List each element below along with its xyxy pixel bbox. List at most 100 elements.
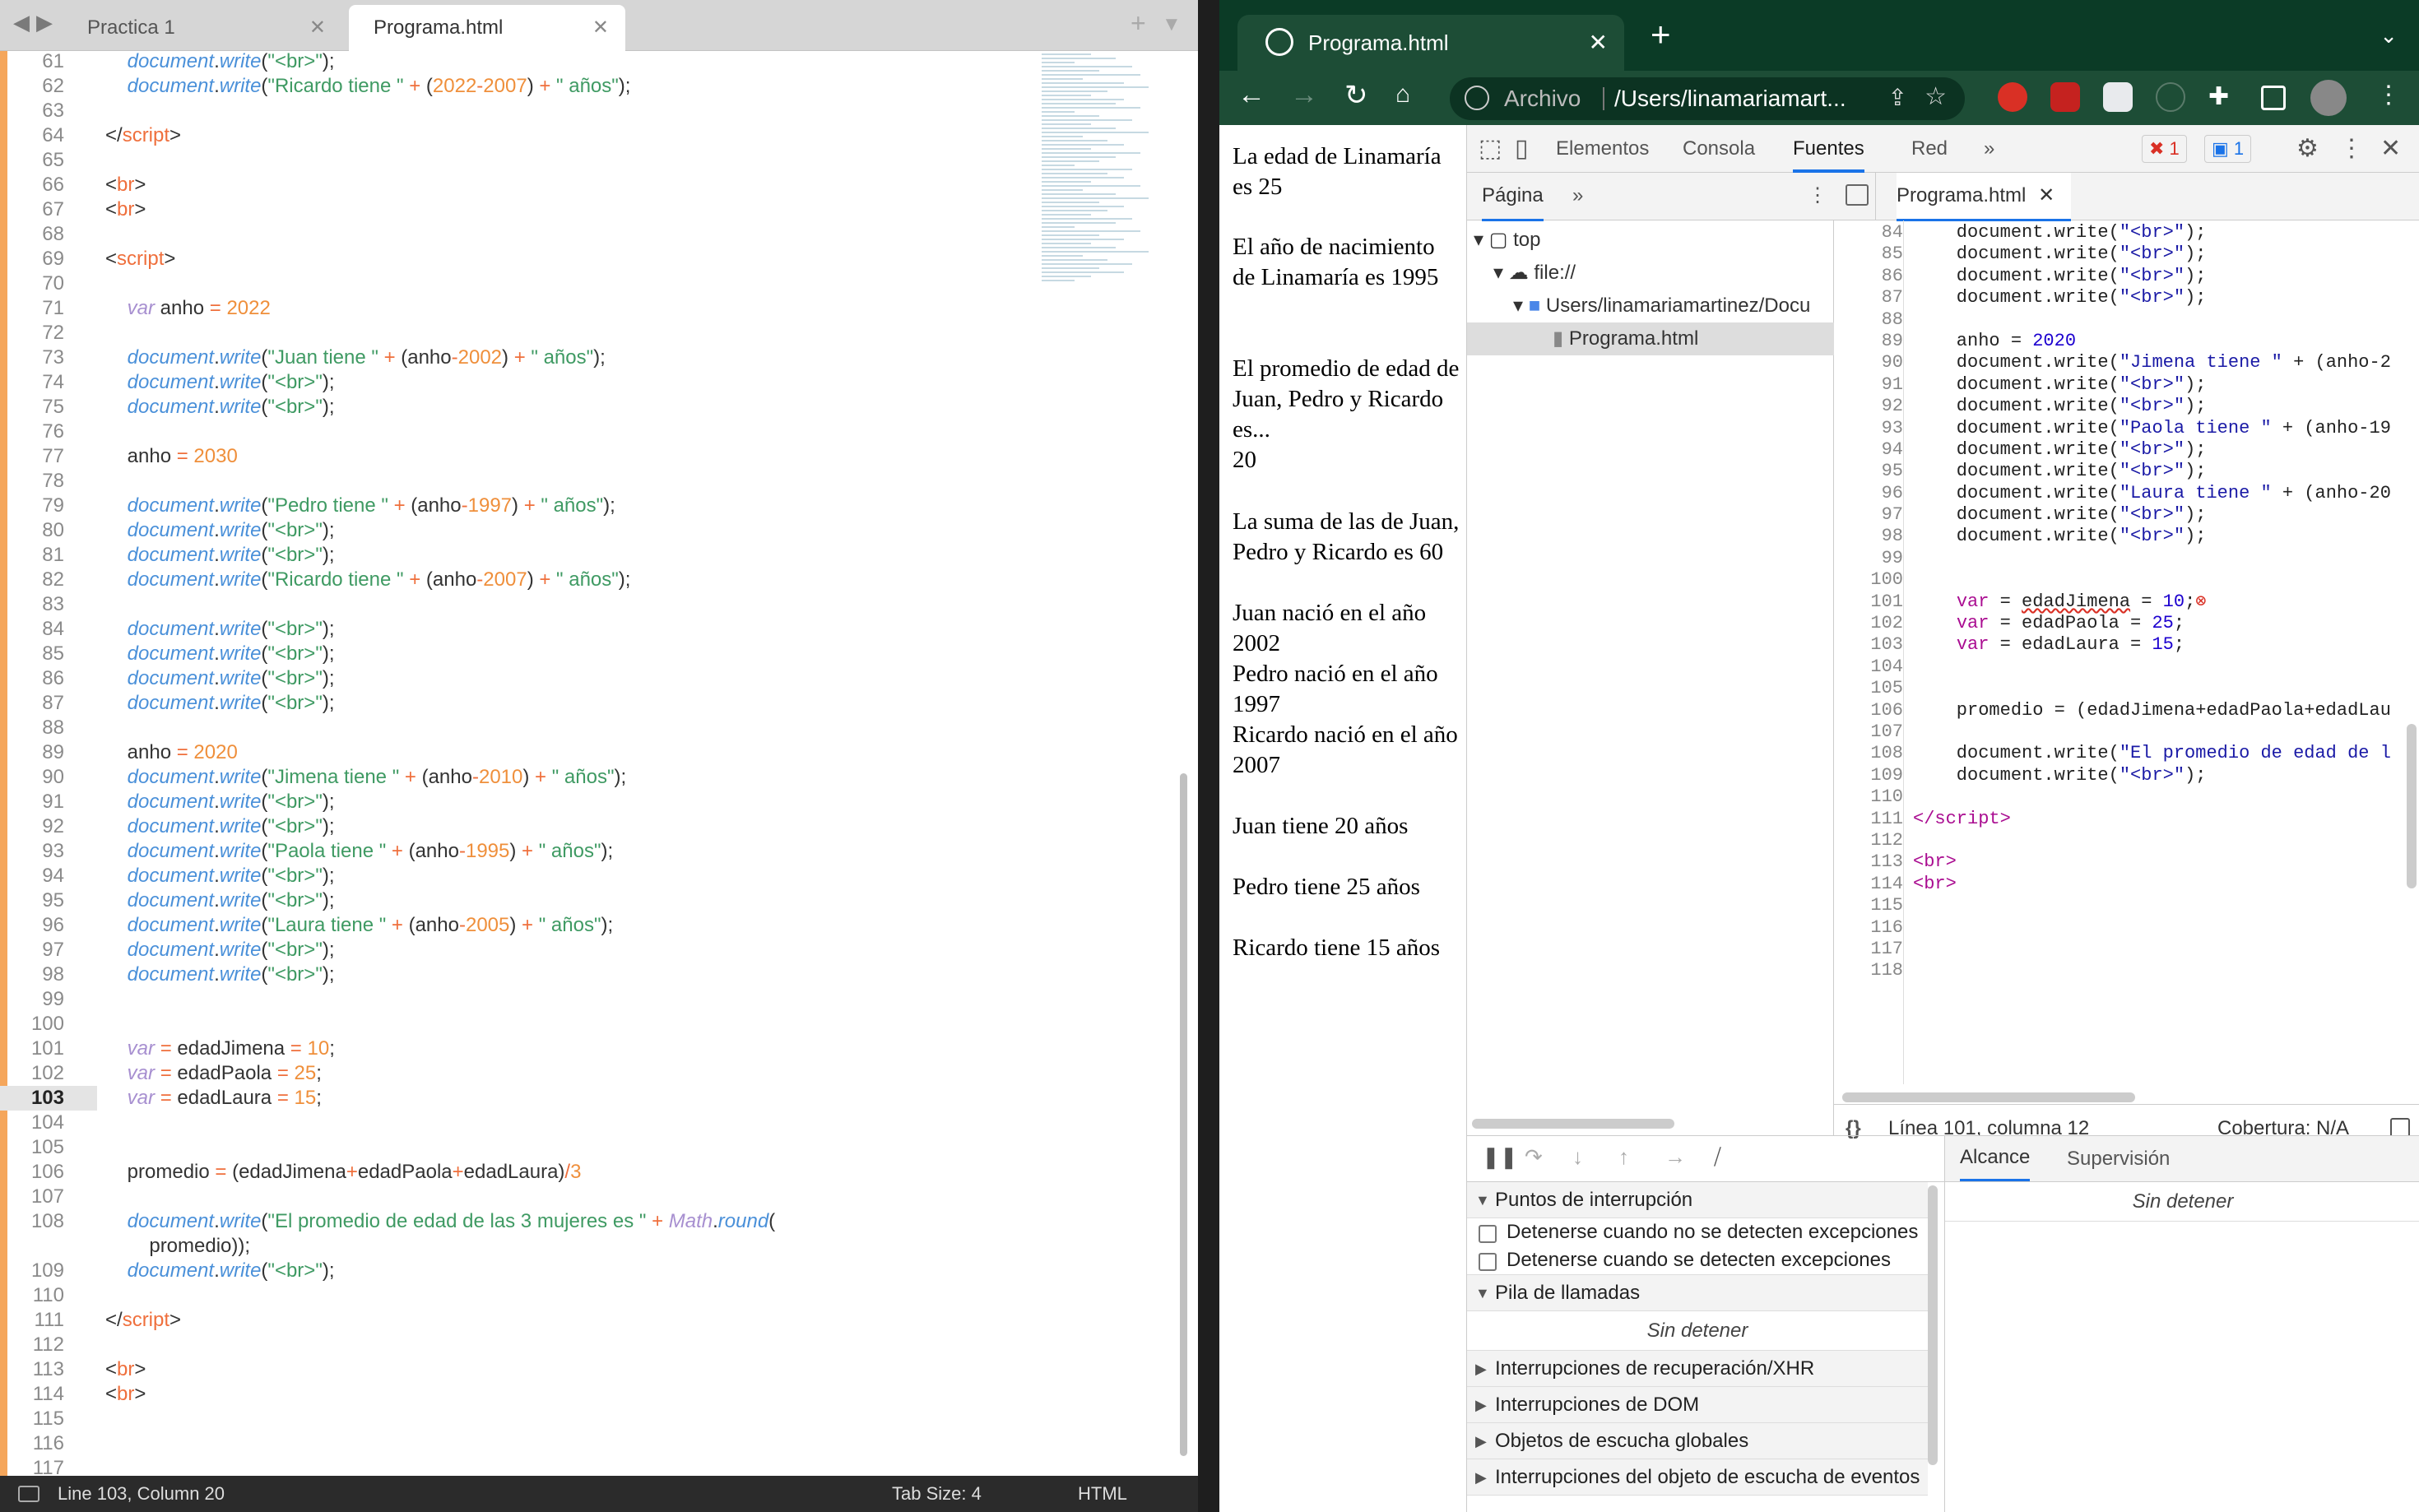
home-icon[interactable]: ⌂ <box>1395 81 1410 109</box>
code-area[interactable]: 61 document.write("<br>"); 62 document.w… <box>0 49 1037 1481</box>
source-tab-bar: Programa.html ✕ <box>1834 173 2419 221</box>
scheme-label: Archivo <box>1504 86 1581 111</box>
extension-card-icon[interactable] <box>2103 82 2133 112</box>
inspect-element-icon[interactable]: ⬚ <box>1479 125 1502 173</box>
checkbox[interactable] <box>1479 1253 1497 1271</box>
bookmark-star-icon[interactable]: ☆ <box>1925 82 1947 111</box>
section-global-listeners[interactable]: ▶ Objetos de escucha globales <box>1467 1423 1928 1459</box>
more-tabs-chevron-icon[interactable]: » <box>1984 125 1994 173</box>
step-into-icon[interactable]: ↓ <box>1572 1144 1583 1170</box>
minimap[interactable] <box>1042 51 1165 446</box>
code-line: 66 <br> <box>42 174 146 196</box>
puzzle-extensions-icon[interactable]: ✚ <box>2208 82 2229 111</box>
deactivate-breakpoints-icon[interactable]: ⧸ <box>1714 1144 1721 1171</box>
section-breakpoints[interactable]: ▼ Puntos de interrupción <box>1467 1182 1928 1218</box>
tab-dropdown-icon[interactable]: ▼ <box>1162 13 1182 36</box>
tab-console[interactable]: Consola <box>1683 125 1755 173</box>
tab-network[interactable]: Red <box>1911 125 1948 173</box>
navigator-menu-icon[interactable]: ⋮ <box>1808 173 1827 219</box>
step-icon[interactable]: → <box>1665 1144 1686 1170</box>
section-xhr-breakpoints[interactable]: ▶ Interrupciones de recuperación/XHR <box>1467 1351 1928 1387</box>
expand-arrow-icon: ▾ <box>1493 262 1504 284</box>
pause-uncaught-option[interactable]: Detenerse cuando no se detecten excepcio… <box>1467 1218 1928 1246</box>
pause-icon[interactable]: ❚❚ <box>1482 1144 1518 1170</box>
device-toolbar-icon[interactable]: ▯ <box>1515 125 1529 173</box>
code-line: 69 <script> <box>42 248 176 270</box>
forward-arrow-icon[interactable]: → <box>1290 79 1318 111</box>
kebab-menu-icon[interactable]: ⋮ <box>2376 81 2401 109</box>
error-count: 1 <box>2169 138 2180 159</box>
tab-forward-arrow-icon[interactable]: ▶ <box>36 10 53 35</box>
step-over-icon[interactable]: ↷ <box>1525 1144 1543 1170</box>
tab-page[interactable]: Página <box>1482 173 1544 221</box>
close-devtools-icon[interactable]: ✕ <box>2380 125 2401 173</box>
side-panel-icon[interactable] <box>2261 86 2286 110</box>
section-label: Puntos de interrupción <box>1495 1189 1693 1211</box>
new-tab-plus-icon[interactable]: + <box>1131 8 1146 39</box>
syntax-selector[interactable]: HTML <box>1078 1476 1127 1512</box>
pause-caught-option[interactable]: Detenerse cuando se detecten excepciones <box>1467 1246 1928 1275</box>
code-line: 91 document.write("<br>"); <box>42 791 335 813</box>
code-line: 97 document.write("<br>"); <box>42 939 335 961</box>
source-horizontal-scrollbar[interactable] <box>1842 1092 2135 1102</box>
section-callstack[interactable]: ▼ Pila de llamadas <box>1467 1275 1928 1311</box>
share-icon[interactable]: ⇪ <box>1888 84 1907 111</box>
code-line: 116 <box>32 1432 64 1454</box>
extension-hand-icon[interactable] <box>1998 82 2027 112</box>
messages-badge[interactable]: ▣ 1 <box>2204 135 2252 163</box>
source-vertical-scrollbar[interactable] <box>2407 724 2417 888</box>
tree-item-file[interactable]: ▾ ☁ file:// <box>1493 257 1576 290</box>
close-file-icon[interactable]: ✕ <box>2038 184 2055 206</box>
tab-back-arrow-icon[interactable]: ◀ <box>13 10 30 35</box>
checkbox[interactable] <box>1479 1225 1497 1243</box>
tab-scope[interactable]: Alcance <box>1960 1136 2031 1181</box>
toggle-navigator-icon[interactable] <box>1846 184 1869 206</box>
tree-item-top[interactable]: ▾ ▢ top <box>1474 224 1540 257</box>
tree-item-document[interactable]: ▮ Programa.html <box>1467 322 1834 355</box>
extension-leaf-icon[interactable] <box>2156 82 2185 112</box>
tab-programa-html[interactable]: Programa.html ✕ <box>349 5 625 51</box>
code-line: 82 document.write("Ricardo tiene " + (an… <box>42 568 631 591</box>
section-event-listener-breakpoints[interactable]: ▶ Interrupciones del objeto de escucha de… <box>1467 1459 1928 1496</box>
editor-scrollbar[interactable] <box>1180 773 1187 1456</box>
error-icon[interactable]: ⊗ <box>2195 591 2206 612</box>
new-tab-plus-icon[interactable]: + <box>1651 15 1671 54</box>
code-line: 87 document.write("<br>"); <box>42 692 335 714</box>
tree-item-folder[interactable]: ▾ ■ Users/linamariamartinez/Docu <box>1513 290 1832 322</box>
close-tab-icon[interactable]: ✕ <box>592 5 609 51</box>
back-arrow-icon[interactable]: ← <box>1237 79 1265 111</box>
tab-search-chevron-icon[interactable]: ⌄ <box>2380 23 2398 49</box>
url-text[interactable]: /Users/linamariamart... <box>1614 77 1846 120</box>
collapse-arrow-icon: ▶ <box>1475 1361 1487 1377</box>
tab-practica-1[interactable]: Practica 1 ✕ <box>63 5 342 51</box>
errors-badge[interactable]: ✖ 1 <box>2142 135 2187 163</box>
section-dom-breakpoints[interactable]: ▶ Interrupciones de DOM <box>1467 1387 1928 1423</box>
browser-tab-title: Programa.html <box>1308 30 1449 55</box>
debugger-scrollbar[interactable] <box>1928 1185 1938 1465</box>
tab-sources[interactable]: Fuentes <box>1793 125 1864 173</box>
code-line: 70 <box>42 272 64 295</box>
info-icon[interactable] <box>1465 86 1489 110</box>
panel-toggle-icon[interactable] <box>18 1486 39 1502</box>
close-tab-icon[interactable]: ✕ <box>1589 15 1608 71</box>
scope-pane: Alcance Supervisión Sin detener <box>1944 1136 2419 1512</box>
source-file-tab[interactable]: Programa.html ✕ <box>1897 173 2072 221</box>
profile-avatar[interactable] <box>2310 80 2347 116</box>
section-label: Interrupciones de recuperación/XHR <box>1495 1357 1815 1380</box>
navigator-scrollbar[interactable] <box>1472 1119 1674 1129</box>
step-out-icon[interactable]: ↑ <box>1618 1144 1629 1170</box>
close-tab-icon[interactable]: ✕ <box>309 5 326 51</box>
extension-red-icon[interactable] <box>2050 82 2080 112</box>
callstack-empty-message: Sin detener <box>1467 1311 1928 1351</box>
browser-tab[interactable]: Programa.html ✕ <box>1237 15 1624 71</box>
tab-watch[interactable]: Supervisión <box>2067 1136 2170 1182</box>
more-chevron-icon[interactable]: » <box>1572 173 1583 219</box>
address-bar[interactable]: Archivo /Users/linamariamart... ⇪ ☆ <box>1450 77 1965 120</box>
settings-gear-icon[interactable]: ⚙ <box>2296 125 2319 173</box>
tab-size-selector[interactable]: Tab Size: 4 <box>892 1476 982 1512</box>
tab-elements[interactable]: Elementos <box>1556 125 1649 173</box>
option-label: Detenerse cuando se detecten excepciones <box>1507 1249 1891 1271</box>
code-line: 81 document.write("<br>"); <box>42 544 335 566</box>
devtools-menu-icon[interactable]: ⋮ <box>2339 125 2364 173</box>
reload-icon[interactable]: ↻ <box>1344 79 1368 112</box>
